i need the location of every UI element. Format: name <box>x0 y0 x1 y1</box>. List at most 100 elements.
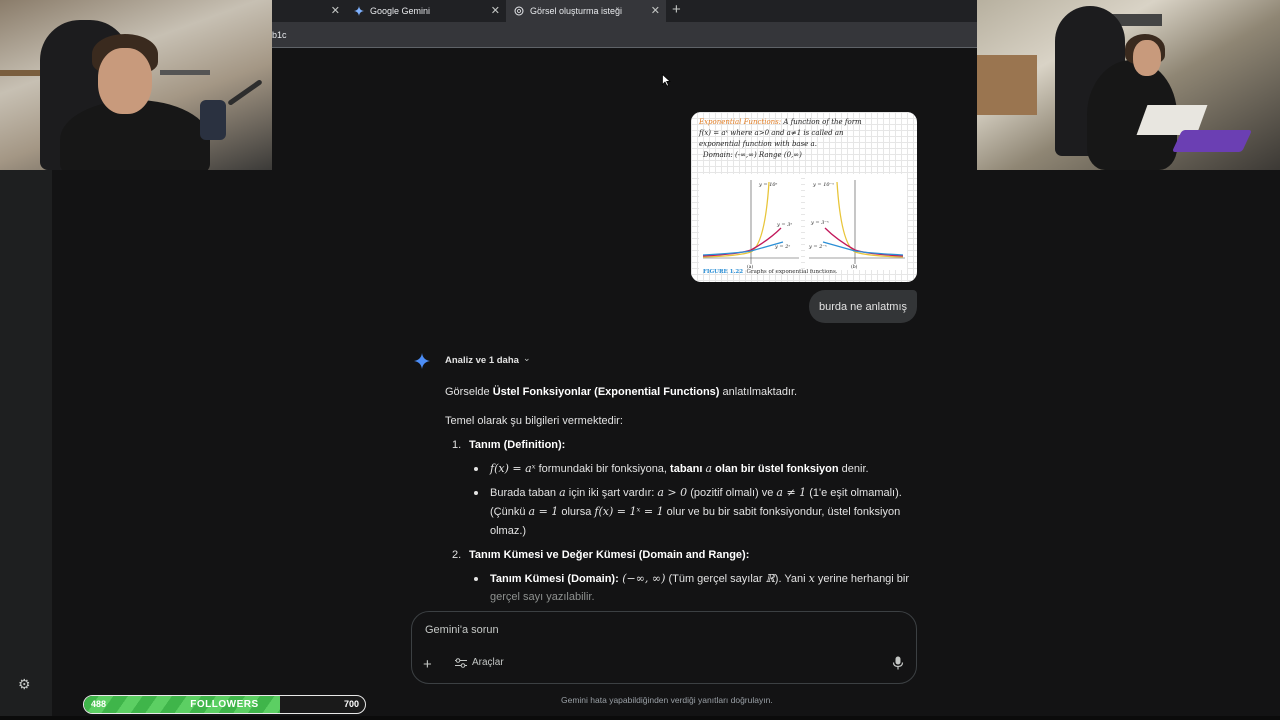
bullet-1: f(x) = aˣ formundaki bir fonksiyona, tab… <box>490 462 869 476</box>
label-10x: y = 10ˣ <box>758 182 778 188</box>
uploaded-image[interactable]: Exponential Functions: A function of the… <box>691 112 917 282</box>
tools-button[interactable]: Araçlar <box>455 657 504 668</box>
settings-gear-icon[interactable]: ⚙ <box>18 676 34 692</box>
webcam-right <box>977 0 1280 170</box>
bullet-text: (pozitif olmalı) ve <box>687 487 777 499</box>
math-expr: (−∞, ∞) <box>618 572 666 585</box>
followers-goal-bar: 488 FOLLOWERS 700 <box>83 695 366 714</box>
panel-b-label: (b) <box>851 263 858 270</box>
bullet-bold: olan bir üstel fonksiyon <box>712 463 839 475</box>
webcam-left <box>0 0 272 170</box>
list-item-title-1: Tanım (Definition): <box>469 438 565 452</box>
close-icon[interactable]: ✕ <box>491 4 500 17</box>
handwriting-line-4: Domain: (-∞,∞) Range (0,∞) <box>703 151 802 159</box>
new-tab-icon[interactable]: + <box>672 1 681 18</box>
gemini-spark-icon <box>414 353 430 369</box>
bullet-text: (Çünkü <box>490 506 529 518</box>
handwriting-title: Exponential Functions: <box>699 118 782 126</box>
bullet-text: denir. <box>838 463 869 475</box>
figure-caption: FIGURE 1.22 Graphs of exponential functi… <box>703 269 837 275</box>
bullet-text: Burada taban <box>490 487 560 499</box>
graph-b: y = 10⁻ˣ y = 3⁻ˣ y = 2⁻ˣ (b) <box>805 174 907 270</box>
rgb-keyboard <box>1171 130 1253 152</box>
tools-label: Araçlar <box>472 657 504 668</box>
response-intro: Görselde Üstel Fonksiyonlar (Exponential… <box>445 385 797 399</box>
bullet-bold: tabanı <box>670 463 706 475</box>
handwriting-line-3: exponential function with base a. <box>699 140 817 148</box>
bottom-strip <box>0 716 1280 720</box>
bullet-3-line-1: Tanım Kümesi (Domain): (−∞, ∞) (Tüm gerç… <box>490 572 909 586</box>
math-expr: f(x) = 1ˣ = 1 <box>594 505 664 518</box>
microphone-icon[interactable] <box>892 656 904 670</box>
chevron-down-icon[interactable]: ⌄ <box>523 353 531 364</box>
math-expr: a = 1 <box>528 505 559 518</box>
tab-google-gemini[interactable]: Google Gemini ✕ <box>346 0 506 22</box>
prompt-input-placeholder[interactable]: Gemini'a sorun <box>425 624 499 636</box>
handwriting-line-1: Exponential Functions: A function of the… <box>699 118 862 126</box>
list-item-title-2: Tanım Kümesi ve Değer Kümesi (Domain and… <box>469 548 749 562</box>
list-number-1: 1. <box>452 439 462 451</box>
item2-title: Tanım Kümesi ve Değer Kümesi (Domain and… <box>469 549 750 561</box>
gemini-icon <box>354 6 364 16</box>
mic-arm <box>227 78 263 107</box>
person-face <box>98 48 152 114</box>
keyboard-stand <box>160 70 210 75</box>
microphone <box>200 100 226 140</box>
add-attachment-plus-icon[interactable]: + <box>423 656 437 673</box>
chatgpt-icon <box>514 6 524 16</box>
response-header[interactable]: Analiz ve 1 daha <box>445 355 519 366</box>
handwriting-line-2: f(x) = aˣ where a>0 and a≠1 is called an <box>699 129 844 137</box>
bullet-2-line-3: olmaz.) <box>490 525 527 537</box>
shelf <box>0 70 40 76</box>
graph-a: y = 10ˣ y = 3ˣ y = 2ˣ (a) <box>699 174 801 270</box>
bullet-2-line-1: Burada taban a için iki şart vardır: a >… <box>490 486 902 500</box>
url-text[interactable]: b1c <box>272 30 287 40</box>
bullet-text: olursa <box>558 506 595 518</box>
bullet-dot <box>474 491 478 495</box>
person-face <box>1133 40 1161 76</box>
figure-caption-text: Graphs of exponential functions. <box>746 269 838 275</box>
math-expr: ℝ <box>765 572 775 585</box>
close-icon[interactable]: ✕ <box>331 4 340 17</box>
intro-text-end: anlatılmaktadır. <box>719 386 798 398</box>
bullet-3-line-2: gerçel sayı yazılabilir. <box>490 591 595 603</box>
math-expr: a > 0 <box>657 486 688 499</box>
tab-label: Görsel oluşturma isteği <box>530 6 623 16</box>
bullet-text: (1'e eşit olmamalı). <box>806 487 902 499</box>
math-expr: a ≠ 1 <box>776 486 807 499</box>
bullet-dot <box>474 577 478 581</box>
label-10-neg-x: y = 10⁻ˣ <box>812 182 834 188</box>
bullet-text: (Tüm gerçel sayılar <box>665 573 766 585</box>
bullet-text: için iki şart vardır: <box>565 487 658 499</box>
prompt-input-box[interactable] <box>411 611 917 684</box>
intro-text: Görselde <box>445 386 493 398</box>
bullet-text: olur ve bu bir sabit fonksiyondur, üstel… <box>663 506 901 518</box>
tab-label: Google Gemini <box>370 6 431 16</box>
user-prompt-bubble: burda ne anlatmış <box>809 290 917 323</box>
intro-bold: Üstel Fonksiyonlar (Exponential Function… <box>492 386 720 398</box>
response-lead: Temel olarak şu bilgileri vermektedir: <box>445 415 623 427</box>
followers-label: FOLLOWERS <box>190 699 259 710</box>
label-3-neg-x: y = 3⁻ˣ <box>810 220 829 226</box>
item1-title: Tanım (Definition): <box>469 439 566 451</box>
tab-partial[interactable]: ✕ <box>272 0 346 22</box>
mouse-cursor-icon <box>662 74 671 87</box>
bullet-text: yerine herhangi bir <box>814 573 910 585</box>
screen: ✕ Google Gemini ✕ Görsel oluşturma isteğ… <box>0 0 1280 720</box>
close-icon[interactable]: ✕ <box>651 4 660 17</box>
label-2-neg-x: y = 2⁻ˣ <box>808 244 827 250</box>
math-expr: f(x) = aˣ <box>490 462 536 475</box>
list-number-2: 2. <box>452 549 462 561</box>
disclaimer-text: Gemini hata yapabildiğinden verdiği yanı… <box>561 695 773 705</box>
handwriting-text: A function of the form <box>783 118 862 126</box>
bullet-text: ). Yani <box>774 573 809 585</box>
sliders-icon <box>455 657 467 668</box>
bullet-text: formundaki bir fonksiyona, <box>535 463 671 475</box>
cabinet <box>977 55 1037 115</box>
bullet-dot <box>474 467 478 471</box>
label-2x: y = 2ˣ <box>774 244 790 250</box>
followers-goal: 700 <box>343 699 359 709</box>
tab-gorsel-olusturma[interactable]: Görsel oluşturma isteği ✕ <box>506 0 666 22</box>
figure-number: FIGURE 1.22 <box>703 269 744 275</box>
bullet-bold: Tanım Kümesi (Domain): <box>490 573 619 585</box>
